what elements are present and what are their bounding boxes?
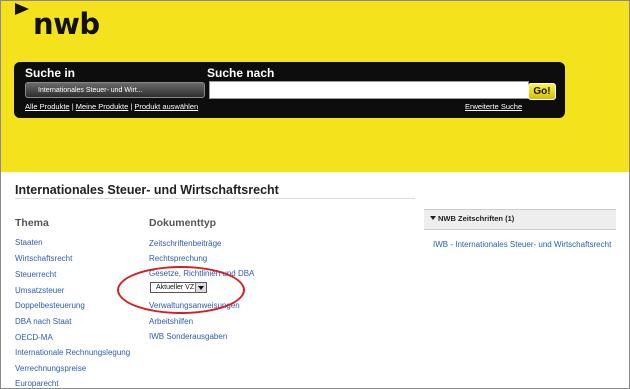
thema-item-staaten[interactable]: Staaten <box>15 238 43 247</box>
thema-item-doppelbesteuerung[interactable]: Doppelbesteuerung <box>15 301 85 310</box>
thema-item-dba-nach-staat[interactable]: DBA nach Staat <box>15 317 71 326</box>
doktyp-item-iwb-sonderausgaben[interactable]: IWB Sonderausgaben <box>149 332 227 341</box>
annotation-circle <box>117 266 245 314</box>
sidebar-section-header[interactable]: NWB Zeitschriften (1) <box>424 209 616 230</box>
thema-item-verrechnungspreise[interactable]: Verrechnungspreise <box>15 364 86 373</box>
title-divider <box>15 198 415 199</box>
scope-select-button[interactable]: Internationales Steuer- und Wirt... <box>25 82 205 98</box>
nwb-logo[interactable]: nwb <box>33 7 100 41</box>
search-for-label: Suche nach <box>207 66 275 80</box>
link-my-products[interactable]: Meine Produkte <box>76 102 129 111</box>
page-frame: nwb Suche in Suche nach Internationales … <box>0 0 630 389</box>
product-links: Alle Produkte | Meine Produkte | Produkt… <box>25 102 199 111</box>
thema-item-europarecht[interactable]: Europarecht <box>15 379 59 388</box>
search-in-label: Suche in <box>25 66 76 80</box>
page-title: Internationales Steuer- und Wirtschaftsr… <box>15 183 279 197</box>
doktyp-item-arbeitshilfen[interactable]: Arbeitshilfen <box>149 317 193 326</box>
link-all-products[interactable]: Alle Produkte <box>25 102 70 111</box>
thema-item-steuerrecht[interactable]: Steuerrecht <box>15 270 56 279</box>
collapse-triangle-icon <box>430 216 436 220</box>
advanced-search-link[interactable]: Erweiterte Suche <box>465 102 522 111</box>
thema-item-rechnungslegung[interactable]: Internationale Rechnungslegung <box>15 348 130 357</box>
dokumenttyp-heading: Dokumenttyp <box>149 217 217 229</box>
go-button[interactable]: Go! <box>528 83 556 100</box>
thema-item-oecd-ma[interactable]: OECD-MA <box>15 333 53 342</box>
header: nwb Suche in Suche nach Internationales … <box>1 1 629 172</box>
search-input[interactable] <box>209 81 529 99</box>
thema-item-wirtschaftsrecht[interactable]: Wirtschaftsrecht <box>15 254 72 263</box>
search-panel: Suche in Suche nach Internationales Steu… <box>14 62 565 118</box>
sidebar-heading: NWB Zeitschriften (1) <box>438 214 515 223</box>
link-select-product[interactable]: Produkt auswählen <box>134 102 198 111</box>
doktyp-item-rechtsprechung[interactable]: Rechtsprechung <box>149 254 207 263</box>
thema-heading: Thema <box>15 217 49 229</box>
doktyp-item-zeitschriftenbeitraege[interactable]: Zeitschriftenbeiträge <box>149 239 221 248</box>
sidebar-item-iwb[interactable]: IWB - Internationales Steuer- und Wirtsc… <box>433 240 611 249</box>
thema-item-umsatzsteuer[interactable]: Umsatzsteuer <box>15 286 64 295</box>
flag-icon <box>15 3 29 15</box>
